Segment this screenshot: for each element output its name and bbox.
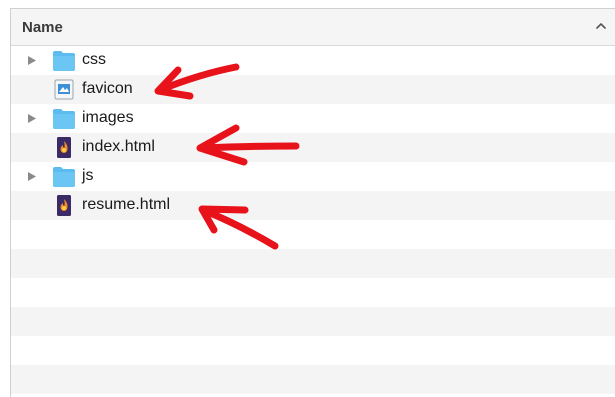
empty-row	[11, 220, 615, 249]
folder-icon	[53, 167, 75, 187]
disclosure-triangle-icon[interactable]	[26, 55, 37, 66]
list-item-js[interactable]: js	[11, 162, 615, 191]
list-item-favicon[interactable]: favicon	[11, 75, 615, 104]
html-file-icon	[57, 137, 71, 158]
list-item-index-html[interactable]: index.html	[11, 133, 615, 162]
folder-icon	[53, 109, 75, 129]
file-name: css	[82, 51, 106, 68]
list-item-resume-html[interactable]: resume.html	[11, 191, 615, 220]
file-name: js	[82, 167, 94, 184]
image-file-icon	[54, 79, 74, 100]
html-file-icon	[57, 195, 71, 216]
empty-row	[11, 336, 615, 365]
disclosure-triangle-icon[interactable]	[26, 171, 37, 182]
column-header-label: Name	[22, 19, 63, 36]
column-header-name[interactable]: Name	[11, 9, 615, 46]
file-name: favicon	[82, 80, 133, 97]
finder-list-view: Name css favicon images index.html js re…	[10, 8, 615, 397]
empty-row	[11, 365, 615, 394]
folder-icon	[53, 51, 75, 71]
sort-ascending-icon[interactable]	[594, 19, 608, 33]
file-name: images	[82, 109, 134, 126]
file-list: css favicon images index.html js resume.…	[11, 46, 615, 397]
file-name: resume.html	[82, 196, 171, 213]
empty-row	[11, 249, 615, 278]
disclosure-triangle-icon[interactable]	[26, 113, 37, 124]
list-item-css[interactable]: css	[11, 46, 615, 75]
list-item-images[interactable]: images	[11, 104, 615, 133]
empty-row	[11, 307, 615, 336]
empty-row	[11, 278, 615, 307]
file-name: index.html	[82, 138, 155, 155]
